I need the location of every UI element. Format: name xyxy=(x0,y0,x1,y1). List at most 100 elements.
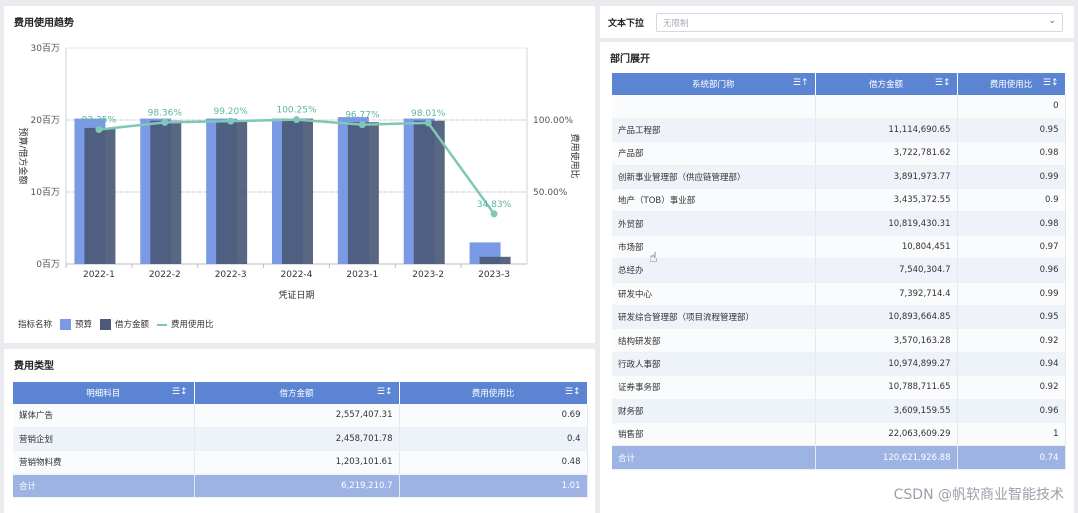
cell-debit: 3,891,973.77 xyxy=(815,165,958,190)
cell-ratio: 0.99 xyxy=(957,282,1066,307)
table-row[interactable]: 产品部 3,722,781.62 0.98 xyxy=(612,141,1066,166)
table-row[interactable]: 总经办 7,540,304.7 0.96 xyxy=(612,258,1066,283)
cell-ratio: 0.98 xyxy=(957,211,1066,236)
sort-icon[interactable]: ☰↕ xyxy=(377,387,393,397)
cell-debit: 11,114,690.65 xyxy=(815,118,958,143)
ratio-point xyxy=(95,126,103,134)
sort-icon[interactable]: ☰↑ xyxy=(793,78,809,88)
sort-icon[interactable]: ☰↕ xyxy=(172,387,188,397)
table-row[interactable]: 创新事业管理部（供应链管理部） 3,891,973.77 0.99 xyxy=(612,165,1066,190)
cell-debit: 3,435,372.55 xyxy=(815,188,958,213)
total-cell: 合计 xyxy=(612,445,816,470)
trend-panel-title: 费用使用趋势 xyxy=(14,18,74,29)
cell-ratio: 1 xyxy=(957,422,1066,447)
x-tick-label: 2023-1 xyxy=(346,270,378,280)
cell-dept: 结构研发部 xyxy=(612,328,816,353)
sort-icon[interactable]: ☰↕ xyxy=(1043,78,1059,88)
table-row[interactable]: 研发中心 7,392,714.4 0.99 xyxy=(612,282,1066,307)
cell-debit xyxy=(815,95,958,119)
ratio-point xyxy=(293,116,300,124)
x-axis-title: 凭证日期 xyxy=(278,289,314,301)
type-panel: 费用类型 明细科目 ☰↕ 借方金额 ☰↕ 费用使用比 ☰↕ 媒体广告 2,557,407… xyxy=(4,349,595,513)
trend-panel: 费用使用趋势 0百万 10百万 20百万 30百万 50.00% 100.00% 预算/借方… xyxy=(4,6,595,343)
hand-cursor-icon: ☝ xyxy=(649,250,658,266)
bar-debit xyxy=(216,120,248,264)
cell-dept: 财务部 xyxy=(612,399,816,423)
dept-panel: 部门展开 系统部门称 ☰↑ 借方金额 ☰↕ 费用使用比 ☰↕ 0 产品工程部 11,114… xyxy=(600,42,1074,513)
col-header-debit[interactable]: 借方金额 ☰↕ xyxy=(194,382,400,404)
table-row[interactable]: 市场部 10,804,451 0.97 xyxy=(612,235,1066,260)
y2-tick-label: 50.00% xyxy=(533,188,568,198)
x-tick-label: 2023-3 xyxy=(478,270,510,280)
y2-tick-label: 100.00% xyxy=(533,116,573,126)
cell-debit: 7,392,714.4 xyxy=(815,282,958,307)
col-header-debit[interactable]: 借方金额 ☰↕ xyxy=(815,73,958,95)
cell-ratio: 0.95 xyxy=(957,305,1066,330)
col-header-ratio[interactable]: 费用使用比 ☰↕ xyxy=(399,382,588,404)
col-header-subject[interactable]: 明细科目 ☰↕ xyxy=(13,382,195,404)
cell-ratio: 0.97 xyxy=(957,235,1066,260)
cell-dept: 行政人事部 xyxy=(612,352,816,377)
ratio-label: 99.20% xyxy=(213,107,248,117)
x-tick-label: 2023-2 xyxy=(412,270,444,280)
col-header-dept[interactable]: 系统部门称 ☰↑ xyxy=(612,73,816,95)
legend-item-ratio[interactable]: 费用使用比 xyxy=(157,318,214,330)
dept-panel-title: 部门展开 xyxy=(610,54,650,65)
cell-ratio: 0.95 xyxy=(957,118,1066,143)
cell-debit: 10,788,711.65 xyxy=(815,375,958,400)
cell-debit: 3,609,159.55 xyxy=(815,399,958,423)
cell-dept: 市场部 xyxy=(612,235,816,260)
x-tick-label: 2022-2 xyxy=(149,270,181,280)
table-row[interactable]: 媒体广告 2,557,407.31 0.69 xyxy=(13,404,588,428)
table-row[interactable]: 行政人事部 10,974,899.27 0.94 xyxy=(612,352,1066,377)
bar-debit xyxy=(347,122,379,264)
type-table: 明细科目 ☰↕ 借方金额 ☰↕ 费用使用比 ☰↕ 媒体广告 2,557,407.31 0.… xyxy=(13,382,588,499)
cell-dept xyxy=(612,95,816,119)
table-row[interactable]: 财务部 3,609,159.55 0.96 xyxy=(612,399,1066,423)
legend-item-debit[interactable]: 借方金额 xyxy=(100,318,149,330)
ratio-label: 98.01% xyxy=(411,109,446,119)
cell-debit: 10,893,664.85 xyxy=(815,305,958,330)
y-tick-label: 30百万 xyxy=(31,43,60,54)
table-row[interactable]: 研发综合管理部（项目流程管理部） 10,893,664.85 0.95 xyxy=(612,305,1066,330)
table-row[interactable]: 销售部 22,063,609.29 1 xyxy=(612,422,1066,447)
type-panel-title: 费用类型 xyxy=(14,361,54,372)
table-row[interactable]: 地产（TOB）事业部 3,435,372.55 0.9 xyxy=(612,188,1066,213)
cell-ratio: 0.9 xyxy=(957,188,1066,213)
col-header-ratio[interactable]: 费用使用比 ☰↕ xyxy=(957,73,1066,95)
legend-item-budget[interactable]: 预算 xyxy=(60,318,92,330)
cell-debit: 3,722,781.62 xyxy=(815,141,958,166)
cell-dept: 证券事务部 xyxy=(612,375,816,400)
x-tick-label: 2022-4 xyxy=(281,270,313,280)
table-row[interactable]: 0 xyxy=(612,95,1066,119)
cell-dept: 外贸部 xyxy=(612,211,816,236)
sort-icon[interactable]: ☰↕ xyxy=(935,78,951,88)
cell-dept: 产品部 xyxy=(612,141,816,166)
text-dropdown[interactable]: 无限制 ⌄ xyxy=(656,13,1063,32)
cell-dept: 研发中心 xyxy=(612,282,816,307)
cell-ratio: 0.96 xyxy=(957,258,1066,283)
y-tick-label: 10百万 xyxy=(31,187,60,198)
table-row[interactable]: 营销物料费 1,203,101.61 0.48 xyxy=(13,450,588,475)
cell-ratio: 0.99 xyxy=(957,165,1066,190)
chevron-down-icon[interactable]: ⌄ xyxy=(1048,16,1056,26)
cell-dept: 地产（TOB）事业部 xyxy=(612,188,816,213)
cell-debit: 10,804,451 xyxy=(815,235,958,260)
cell-ratio: 0.92 xyxy=(957,375,1066,400)
x-tick-label: 2022-1 xyxy=(83,270,115,280)
ratio-point xyxy=(490,210,498,218)
table-row[interactable]: 营销企划 2,458,701.78 0.4 xyxy=(13,427,588,452)
table-row[interactable]: 结构研发部 3,570,163.28 0.92 xyxy=(612,328,1066,353)
sort-icon[interactable]: ☰↕ xyxy=(565,387,581,397)
dropdown-placeholder: 无限制 xyxy=(663,19,689,29)
table-row[interactable]: 产品工程部 11,114,690.65 0.95 xyxy=(612,118,1066,143)
cell-ratio: 0.96 xyxy=(957,399,1066,423)
cell-dept: 销售部 xyxy=(612,422,816,447)
table-row[interactable]: 外贸部 10,819,430.31 0.98 xyxy=(612,211,1066,236)
table-row[interactable]: 证券事务部 10,788,711.65 0.92 xyxy=(612,375,1066,400)
ratio-label: 96.77% xyxy=(345,111,380,121)
watermark: CSDN @帆软商业智能技术 xyxy=(893,487,1064,503)
cell-dept: 产品工程部 xyxy=(612,118,816,143)
cell-dept: 总经办 xyxy=(612,258,816,283)
cell-dept: 创新事业管理部（供应链管理部） xyxy=(612,165,816,190)
